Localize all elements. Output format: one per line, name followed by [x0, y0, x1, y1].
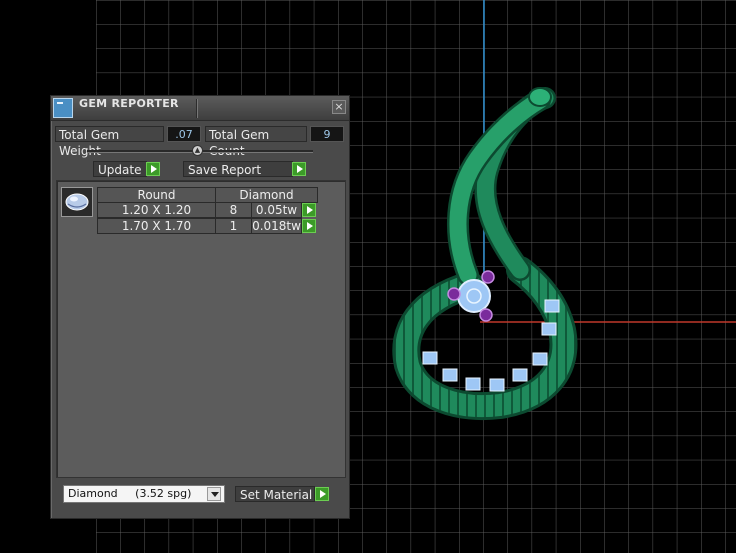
row-2-weight: 0.018tw — [251, 218, 302, 234]
accent-stone — [544, 299, 560, 313]
play-arrow-icon[interactable] — [302, 203, 316, 217]
accent-stone — [489, 378, 505, 392]
row-1-weight: 0.05tw — [251, 202, 302, 218]
accent-stone — [541, 322, 557, 336]
set-material-button[interactable]: Set Material — [235, 486, 315, 502]
play-arrow-icon[interactable] — [315, 487, 329, 501]
gem-reporter-icon — [53, 98, 73, 118]
accent-stone — [512, 368, 528, 382]
header-diamond: Diamond — [215, 187, 318, 203]
material-dropdown[interactable]: Diamond (3.52 spg) — [63, 485, 225, 503]
accent-stone — [465, 377, 481, 391]
total-gem-count-value: 9 — [310, 126, 344, 142]
title-bar[interactable]: GEM REPORTER × — [51, 96, 349, 121]
prong — [479, 308, 493, 322]
save-report-button[interactable]: Save Report — [183, 161, 293, 177]
chevron-down-icon[interactable] — [207, 487, 221, 501]
play-arrow-icon[interactable] — [146, 162, 160, 176]
row-1-count: 8 — [215, 202, 252, 218]
update-button[interactable]: Update — [93, 161, 147, 177]
row-2-size: 1.70 X 1.70 — [97, 218, 216, 234]
total-gem-weight-value: .07 — [167, 126, 201, 142]
prong — [481, 270, 495, 284]
gem-report-list[interactable]: Round Diamond 1.20 X 1.20 8 0.05tw 1.70 … — [56, 180, 346, 478]
panel-title: GEM REPORTER — [79, 97, 179, 110]
row-2-count: 1 — [215, 218, 252, 234]
accent-stone — [422, 351, 438, 365]
center-stone — [457, 279, 491, 313]
arm-tip — [528, 87, 552, 107]
gem-reporter-panel: GEM REPORTER × Total Gem Weight .07 Tota… — [50, 95, 350, 519]
row-1-size: 1.20 X 1.20 — [97, 202, 216, 218]
play-arrow-icon[interactable] — [292, 162, 306, 176]
total-gem-weight-label: Total Gem Weight — [55, 126, 164, 158]
total-gem-count-label: Total Gem Count — [205, 126, 307, 158]
accent-stone — [442, 368, 458, 382]
title-divider — [196, 99, 197, 118]
header-round: Round — [97, 187, 216, 203]
prong — [447, 287, 461, 301]
material-dropdown-value: Diamond (3.52 spg) — [68, 487, 192, 500]
play-arrow-icon[interactable] — [302, 219, 316, 233]
slider-handle[interactable]: ▲ — [192, 145, 203, 156]
accent-stone — [532, 352, 548, 366]
close-icon[interactable]: × — [332, 100, 346, 114]
gem-thumbnail-icon — [61, 187, 93, 217]
